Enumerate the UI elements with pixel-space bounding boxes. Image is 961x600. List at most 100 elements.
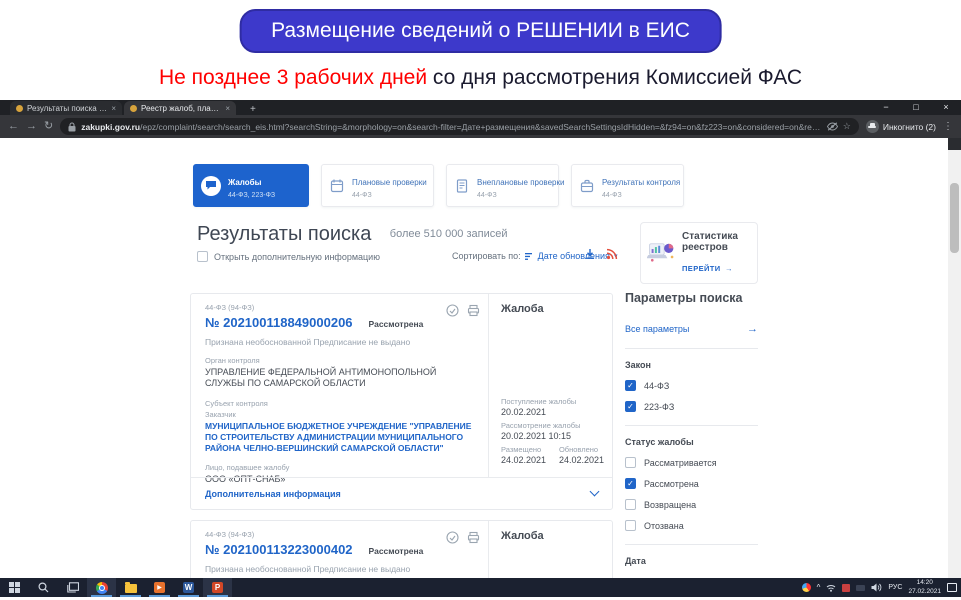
eye-off-icon[interactable] <box>827 122 838 131</box>
taskbar-powerpoint-button[interactable] <box>203 578 232 597</box>
nav-card-planned-checks[interactable]: Плановые проверки 44-ФЗ <box>321 164 434 207</box>
tray-icon[interactable] <box>856 585 865 591</box>
filter-status-withdrawn[interactable]: Отозвана <box>625 520 758 531</box>
filter-status-returned[interactable]: Возвращена <box>625 499 758 510</box>
status-badge: Рассмотрена <box>369 546 424 556</box>
organ-label: Орган контроля <box>205 356 474 365</box>
filter-law-44fz[interactable]: ✓ 44-ФЗ <box>625 380 758 391</box>
print-icon[interactable] <box>467 531 480 544</box>
tray-expand-icon[interactable]: ^ <box>817 583 821 592</box>
taskbar-media-button[interactable] <box>145 578 174 597</box>
divider <box>625 544 758 545</box>
check-icon: ✓ <box>627 480 634 488</box>
notification-center-icon[interactable] <box>947 583 957 592</box>
wifi-icon[interactable] <box>826 584 836 592</box>
rss-icon[interactable] <box>606 248 618 260</box>
address-bar[interactable]: zakupki.gov.ru/epz/complaint/search/sear… <box>60 118 859 135</box>
url-path: /epz/complaint/search/search_eis.html?se… <box>140 122 822 132</box>
taskbar-chrome-button[interactable] <box>87 578 116 597</box>
search-params-panel: Параметры поиска Все параметры → Закон ✓… <box>625 291 758 578</box>
tray-app-icon[interactable] <box>802 583 811 592</box>
complaint-card-main: 44-ФЗ (94-ФЗ) № 202100113223000402 Рассм… <box>191 521 488 578</box>
nav-card-title: Внеплановые проверки <box>477 178 564 187</box>
close-button[interactable]: × <box>931 100 961 115</box>
filter-status-reviewed[interactable]: ✓ Рассмотрена <box>625 478 758 489</box>
maximize-button[interactable]: □ <box>901 100 931 115</box>
search-icon <box>38 582 49 593</box>
filter-label: 44-ФЗ <box>644 381 669 391</box>
search-params-title: Параметры поиска <box>625 291 758 305</box>
sort-value[interactable]: Дате обновления <box>538 251 610 261</box>
task-view-button[interactable] <box>58 578 87 597</box>
complaint-number-link[interactable]: № 202100113223000402 <box>205 542 353 557</box>
taskbar-word-button[interactable] <box>174 578 203 597</box>
browser-toolbar: ← → ↻ zakupki.gov.ru/epz/complaint/searc… <box>0 115 961 138</box>
checkbox-unchecked[interactable] <box>625 457 636 468</box>
checkbox-checked[interactable]: ✓ <box>625 401 636 412</box>
nav-card-control-results[interactable]: Результаты контроля 44-ФЗ <box>571 164 684 207</box>
stats-card[interactable]: Статистика реестров ПЕРЕЙТИ → <box>640 222 758 284</box>
nav-card-subtitle: 44-ФЗ, 223-ФЗ <box>228 192 275 199</box>
subtitle-rest: со дня рассмотрения Комиссией ФАС <box>427 66 802 89</box>
tab-close-icon[interactable]: × <box>225 104 230 113</box>
checkbox-checked[interactable]: ✓ <box>625 380 636 391</box>
nav-card-unplanned-checks[interactable]: Внеплановые проверки 44-ФЗ <box>446 164 559 207</box>
print-icon[interactable] <box>467 304 480 317</box>
control-results-icon <box>579 178 595 194</box>
more-info-bar[interactable]: Дополнительная информация <box>191 477 612 509</box>
signature-icon[interactable] <box>446 304 459 317</box>
complaint-card-side: Жалоба Поступление жалобы 20.02.2021 Рас… <box>488 294 612 477</box>
signature-icon[interactable] <box>446 531 459 544</box>
browser-tab-registry[interactable]: Реестр жалоб, плановых и вне... × <box>124 101 236 115</box>
filter-label: 223-ФЗ <box>644 402 674 412</box>
word-icon <box>183 582 194 593</box>
filter-status-reviewing[interactable]: Рассматривается <box>625 457 758 468</box>
complaint-number-link[interactable]: № 202100118849000206 <box>205 315 353 330</box>
checkbox-unchecked[interactable] <box>625 520 636 531</box>
taskbar-search-button[interactable] <box>29 578 58 597</box>
filter-law-223fz[interactable]: ✓ 223-ФЗ <box>625 401 758 412</box>
sort-icon <box>525 252 534 261</box>
start-button[interactable] <box>0 578 29 597</box>
browser-menu-icon[interactable]: ⋮ <box>943 121 953 132</box>
all-params-arrow-icon: → <box>747 323 758 335</box>
scrollbar-thumb[interactable] <box>950 183 959 253</box>
tab-close-icon[interactable]: × <box>111 104 116 113</box>
subject-link[interactable]: МУНИЦИПАЛЬНОЕ БЮДЖЕТНОЕ УЧРЕЖДЕНИЕ "УПРА… <box>205 421 474 454</box>
stats-link[interactable]: ПЕРЕЙТИ → <box>682 258 751 276</box>
url-domain: zakupki.gov.ru <box>81 122 140 132</box>
customer-label: Заказчик <box>205 410 474 419</box>
bookmark-star-icon[interactable]: ☆ <box>843 121 851 132</box>
complaint-card-side: Жалоба <box>488 521 612 578</box>
complaints-icon <box>201 176 221 196</box>
reload-icon[interactable]: ↻ <box>44 121 53 132</box>
forward-icon[interactable]: → <box>26 121 37 132</box>
taskbar-explorer-button[interactable] <box>116 578 145 597</box>
minimize-button[interactable]: − <box>871 100 901 115</box>
sort-label: Сортировать по: <box>452 251 521 261</box>
nav-card-subtitle: 44-ФЗ <box>602 192 680 199</box>
checkbox-checked[interactable]: ✓ <box>625 478 636 489</box>
clock[interactable]: 14:20 27.02.2021 <box>908 579 941 596</box>
open-info-checkbox[interactable] <box>197 251 208 262</box>
url-text: zakupki.gov.ru/epz/complaint/search/sear… <box>81 122 822 132</box>
folder-icon <box>125 584 137 593</box>
language-indicator[interactable]: РУС <box>888 584 902 591</box>
all-params-row[interactable]: Все параметры → <box>625 323 758 335</box>
subtitle-deadline: Не позднее 3 рабочих дней <box>159 66 427 89</box>
back-icon[interactable]: ← <box>8 121 19 132</box>
volume-icon[interactable] <box>871 583 882 592</box>
page-title: Результаты поиска <box>197 223 371 245</box>
stats-title: Статистика реестров <box>682 231 751 254</box>
nav-card-title: Жалобы <box>228 178 261 187</box>
stats-illustration <box>647 233 676 273</box>
more-info-link: Дополнительная информация <box>205 489 341 499</box>
nav-card-complaints[interactable]: Жалобы 44-ФЗ, 223-ФЗ <box>193 164 309 207</box>
new-tab-button[interactable]: + <box>244 104 262 115</box>
window-controls: − □ × <box>871 100 961 115</box>
browser-tab-catalog[interactable]: Результаты поиска в каталоге × <box>10 101 122 115</box>
download-icon[interactable] <box>584 248 596 260</box>
checkbox-unchecked[interactable] <box>625 499 636 510</box>
tray-icon[interactable] <box>842 584 850 592</box>
slide-title: Размещение сведений о РЕШЕНИИ в ЕИС <box>239 9 722 53</box>
